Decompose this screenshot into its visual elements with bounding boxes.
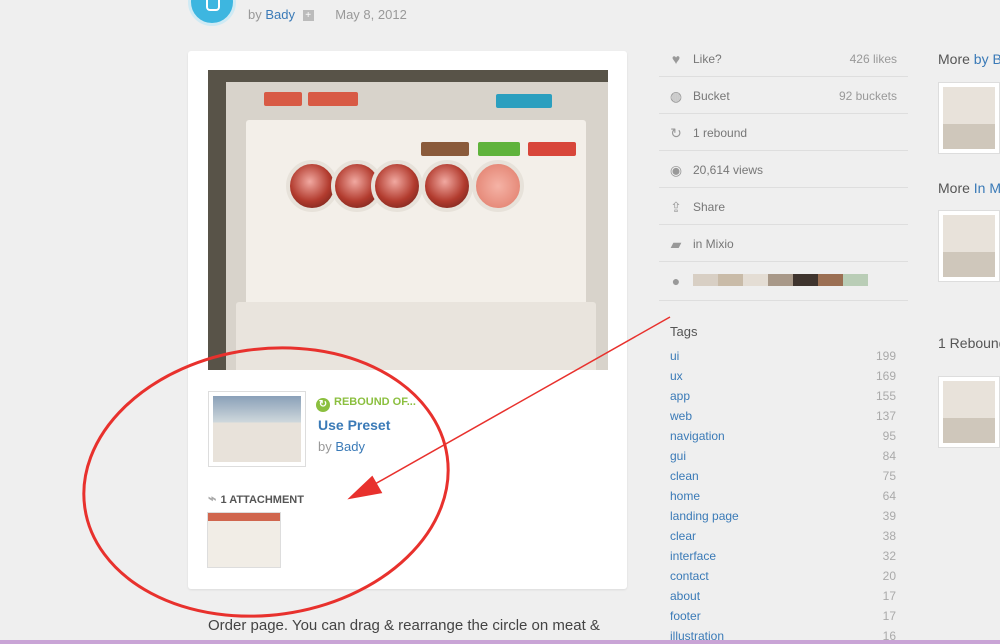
tag-count: 155 bbox=[875, 389, 896, 403]
droplet-icon: ● bbox=[671, 273, 681, 289]
shot-image[interactable] bbox=[208, 70, 608, 370]
tag-row[interactable]: ui 199 bbox=[670, 349, 896, 363]
tag-count: 17 bbox=[882, 609, 896, 623]
tag-row[interactable]: landing page 39 bbox=[670, 509, 896, 523]
color-swatch[interactable] bbox=[793, 274, 818, 286]
rebound-of-label: ↻ REBOUND OF... bbox=[316, 396, 416, 412]
tag-name[interactable]: landing page bbox=[670, 509, 739, 523]
tag-count: 39 bbox=[882, 509, 896, 523]
folder-icon: ▰ bbox=[670, 236, 682, 252]
tag-count: 20 bbox=[882, 569, 896, 583]
author-avatar[interactable] bbox=[188, 0, 236, 26]
tag-count: 199 bbox=[875, 349, 896, 363]
paperclip-icon: ⌁ bbox=[208, 490, 217, 506]
color-swatch[interactable] bbox=[818, 274, 843, 286]
tag-row[interactable]: interface 32 bbox=[670, 549, 896, 563]
bucket-icon: ◍ bbox=[669, 88, 683, 104]
stat-buckets[interactable]: ◍ Bucket 92 buckets bbox=[659, 77, 908, 114]
color-swatch[interactable] bbox=[743, 274, 768, 286]
share-icon: ⇪ bbox=[670, 199, 682, 215]
tag-row[interactable]: about 17 bbox=[670, 589, 896, 603]
tag-count: 169 bbox=[875, 369, 896, 383]
attachment-label: ⌁ 1 ATTACHMENT bbox=[208, 490, 304, 506]
stats-list: ♥ Like? 426 likes ◍ Bucket 92 buckets ↻ … bbox=[659, 40, 908, 301]
post-date: May 8, 2012 bbox=[335, 7, 407, 22]
tag-row[interactable]: app 155 bbox=[670, 389, 896, 403]
tag-name[interactable]: home bbox=[670, 489, 700, 503]
shot-card: ↻ REBOUND OF... Use Preset by Bady ⌁ 1 ATT… bbox=[188, 51, 627, 589]
rebound-title-link[interactable]: Use Preset bbox=[318, 417, 390, 433]
rebound-icon: ↻ bbox=[670, 125, 682, 141]
tag-name[interactable]: gui bbox=[670, 449, 686, 463]
rebound-byline: by Bady bbox=[318, 439, 365, 454]
tag-name[interactable]: about bbox=[670, 589, 700, 603]
page-bottom-bar bbox=[0, 640, 1000, 644]
tag-name[interactable]: footer bbox=[670, 609, 701, 623]
stat-project[interactable]: ▰ in Mixio bbox=[659, 225, 908, 262]
rebounds-heading: 1 Rebound bbox=[938, 335, 1000, 351]
tag-count: 95 bbox=[882, 429, 896, 443]
eye-icon: ◉ bbox=[669, 162, 683, 178]
author-link[interactable]: Bady bbox=[265, 7, 295, 22]
color-swatch[interactable] bbox=[693, 274, 718, 286]
heart-icon: ♥ bbox=[671, 51, 681, 67]
tag-name[interactable]: navigation bbox=[670, 429, 725, 443]
tag-name[interactable]: app bbox=[670, 389, 690, 403]
stat-views: ◉ 20,614 views bbox=[659, 151, 908, 188]
rebound-thumbnail[interactable] bbox=[208, 391, 306, 467]
more-in-thumbnail[interactable] bbox=[938, 210, 1000, 282]
tag-count: 84 bbox=[882, 449, 896, 463]
tag-row[interactable]: clear 38 bbox=[670, 529, 896, 543]
tag-count: 137 bbox=[875, 409, 896, 423]
tag-name[interactable]: interface bbox=[670, 549, 716, 563]
rebound-author-link[interactable]: Bady bbox=[335, 439, 365, 454]
tag-count: 32 bbox=[882, 549, 896, 563]
color-palette: ● bbox=[659, 262, 908, 301]
more-in-heading: More In M bbox=[938, 180, 1000, 196]
tag-row[interactable]: clean 75 bbox=[670, 469, 896, 483]
tag-count: 75 bbox=[882, 469, 896, 483]
rebound-icon: ↻ bbox=[316, 398, 330, 412]
byline: by Bady + May 8, 2012 bbox=[248, 7, 407, 22]
follow-plus-icon[interactable]: + bbox=[302, 10, 314, 21]
tag-name[interactable]: web bbox=[670, 409, 692, 423]
tag-row[interactable]: footer 17 bbox=[670, 609, 896, 623]
tag-count: 64 bbox=[882, 489, 896, 503]
tag-name[interactable]: ux bbox=[670, 369, 683, 383]
tag-row[interactable]: gui 84 bbox=[670, 449, 896, 463]
attachment-thumbnail[interactable] bbox=[207, 512, 281, 568]
shot-description: Order page. You can drag & rearrange the… bbox=[208, 617, 600, 634]
tag-row[interactable]: ux 169 bbox=[670, 369, 896, 383]
byline-by: by bbox=[248, 7, 262, 22]
rebound-thumbnail-right[interactable] bbox=[938, 376, 1000, 448]
stat-rebounds[interactable]: ↻ 1 rebound bbox=[659, 114, 908, 151]
tag-name[interactable]: clear bbox=[670, 529, 696, 543]
tag-row[interactable]: contact 20 bbox=[670, 569, 896, 583]
tag-name[interactable]: clean bbox=[670, 469, 699, 483]
stat-share[interactable]: ⇪ Share bbox=[659, 188, 908, 225]
color-swatch[interactable] bbox=[718, 274, 743, 286]
tags-heading: Tags bbox=[670, 324, 698, 339]
tag-name[interactable]: ui bbox=[670, 349, 679, 363]
tag-row[interactable]: navigation 95 bbox=[670, 429, 896, 443]
more-by-heading: More by B bbox=[938, 51, 1000, 67]
tag-row[interactable]: home 64 bbox=[670, 489, 896, 503]
tag-count: 38 bbox=[882, 529, 896, 543]
stat-likes[interactable]: ♥ Like? 426 likes bbox=[659, 40, 908, 77]
more-by-thumbnail[interactable] bbox=[938, 82, 1000, 154]
tag-name[interactable]: contact bbox=[670, 569, 709, 583]
color-swatch[interactable] bbox=[768, 274, 793, 286]
tag-row[interactable]: web 137 bbox=[670, 409, 896, 423]
tag-count: 17 bbox=[882, 589, 896, 603]
color-swatch[interactable] bbox=[843, 274, 868, 286]
